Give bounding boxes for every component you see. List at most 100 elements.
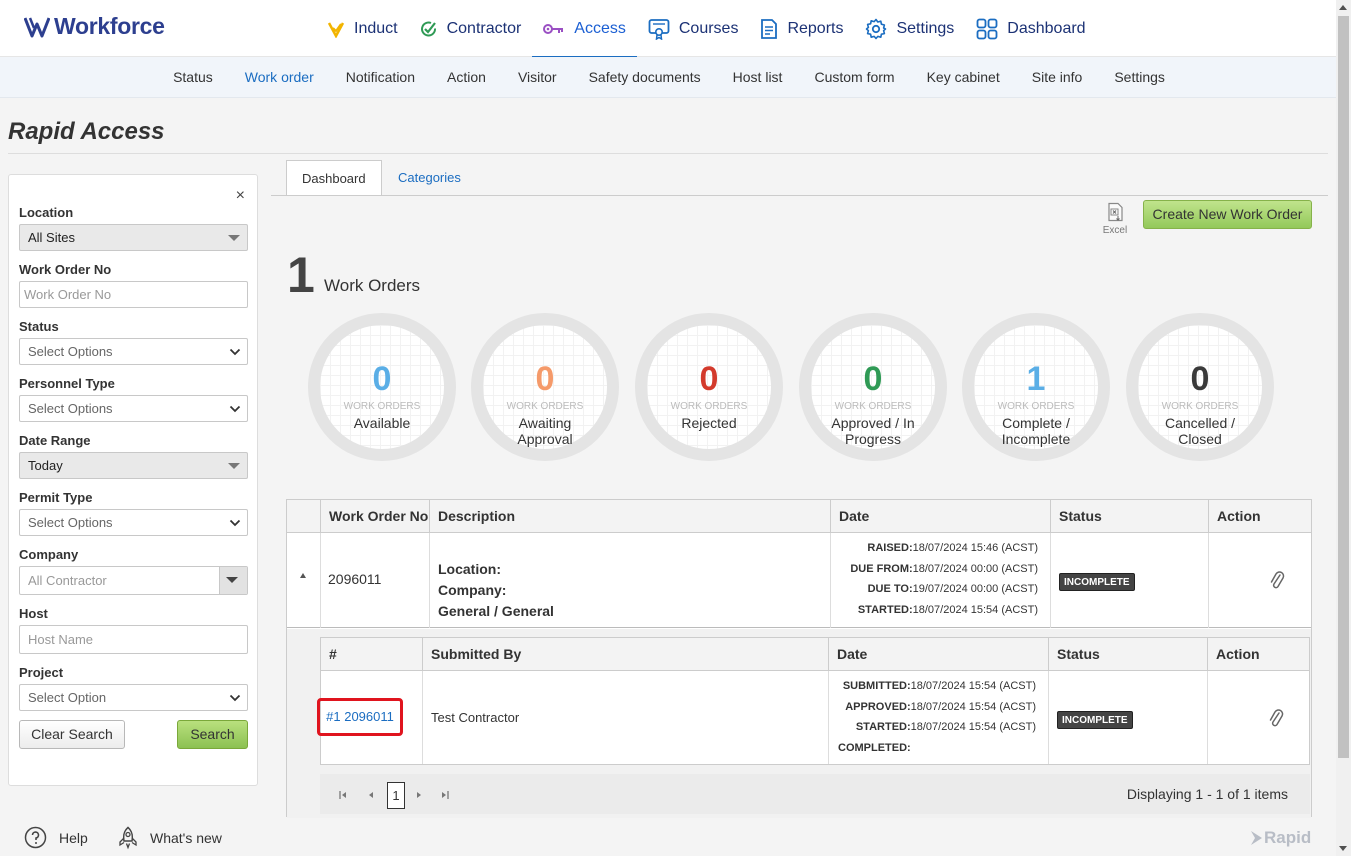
menu-item-contractor[interactable]: Contractor	[409, 0, 533, 57]
project-label: Project	[19, 665, 64, 680]
location-select[interactable]: All Sites	[19, 224, 248, 251]
date-due-to: DUE TO:19/07/2024 00:00 (ACST)	[867, 583, 1038, 595]
subnav-settings[interactable]: Settings	[1098, 57, 1181, 98]
host-name-input[interactable]	[28, 626, 247, 653]
stat-approved-in-progress[interactable]: 0 Work Orders Approved / In Progress	[799, 313, 947, 461]
sub-navbar: Status Work order Notification Action Vi…	[0, 57, 1336, 98]
close-filter-button[interactable]: ×	[236, 187, 245, 205]
status-select[interactable]: Select Options	[19, 338, 248, 365]
title-divider	[8, 153, 1328, 154]
clear-search-button[interactable]: Clear Search	[19, 720, 125, 749]
certificate-icon	[648, 18, 670, 40]
submission-action-cell	[1207, 671, 1309, 764]
chevron-down-icon	[229, 519, 241, 527]
subnav-visitor[interactable]: Visitor	[502, 57, 573, 98]
gear-icon	[866, 18, 887, 39]
subnav-safety-documents[interactable]: Safety documents	[573, 57, 717, 98]
workforce-logo[interactable]: Workforce	[24, 13, 165, 40]
submission-status-cell: INCOMPLETE	[1048, 671, 1207, 764]
menu-item-label: Settings	[896, 19, 955, 37]
menu-item-access[interactable]: Access	[532, 0, 637, 58]
pagination-bar: 1 Displaying 1 - 1 of 1 items	[320, 774, 1310, 814]
subnav-key-cabinet[interactable]: Key cabinet	[911, 57, 1016, 98]
date-range-label: Date Range	[19, 433, 91, 448]
stat-value: 0	[535, 360, 555, 398]
subnav-status[interactable]: Status	[157, 57, 229, 98]
header-date[interactable]: Date	[828, 638, 1048, 671]
menu-item-dashboard[interactable]: Dashboard	[965, 0, 1096, 57]
page-number-button[interactable]: 1	[387, 782, 405, 809]
scrollbar-thumb[interactable]	[1338, 16, 1349, 758]
stat-rejected[interactable]: 0 Work Orders Rejected	[635, 313, 783, 461]
date-approved: APPROVED:18/07/2024 15:54 (ACST)	[845, 700, 1036, 713]
work-order-no-input[interactable]	[24, 283, 247, 306]
header-submitted-by[interactable]: Submitted By	[422, 638, 828, 671]
subnav-host-list[interactable]: Host list	[717, 57, 799, 98]
next-page-icon[interactable]	[414, 790, 424, 800]
subnav-custom-form[interactable]: Custom form	[798, 57, 910, 98]
header-status[interactable]: Status	[1048, 638, 1207, 671]
previous-page-icon[interactable]	[366, 790, 376, 800]
status-cell: INCOMPLETE	[1050, 533, 1208, 628]
menu-item-courses[interactable]: Courses	[637, 0, 750, 57]
company-combobox[interactable]: All Contractor	[19, 566, 248, 595]
page-title: Rapid Access	[8, 118, 165, 145]
subnav-site-info[interactable]: Site info	[1016, 57, 1099, 98]
last-page-icon[interactable]	[440, 790, 450, 800]
paperclip-icon[interactable]	[1268, 707, 1284, 729]
header-description[interactable]: Description	[429, 500, 830, 533]
chevron-down-icon	[229, 694, 241, 702]
tab-divider	[271, 195, 1328, 196]
collapse-row-icon[interactable]	[300, 573, 306, 578]
menu-item-induct[interactable]: Induct	[316, 0, 409, 57]
date-range-select[interactable]: Today	[19, 452, 248, 479]
personnel-type-select[interactable]: Select Options	[19, 395, 248, 422]
project-select[interactable]: Select Option	[19, 684, 248, 711]
menu-item-reports[interactable]: Reports	[749, 0, 854, 57]
submitted-by-name: Test Contractor	[431, 710, 520, 725]
header-work-order-no[interactable]: Work Order No	[320, 500, 429, 533]
subnav-work-order[interactable]: Work order	[229, 57, 330, 98]
header-number[interactable]: #	[321, 638, 422, 671]
stat-value: 0	[863, 360, 883, 398]
search-button[interactable]: Search	[177, 720, 248, 749]
vertical-scrollbar[interactable]	[1336, 0, 1351, 856]
scroll-up-icon[interactable]	[1339, 5, 1347, 10]
date-due-from: DUE FROM:18/07/2024 00:00 (ACST)	[850, 562, 1038, 575]
header-action: Action	[1207, 638, 1309, 671]
company-dropdown-button[interactable]	[219, 567, 247, 594]
create-new-work-order-button[interactable]: Create New Work Order	[1143, 200, 1312, 229]
location-value: All Sites	[28, 230, 75, 245]
whats-new-button[interactable]: What's new	[118, 826, 222, 850]
subnav-notification[interactable]: Notification	[330, 57, 431, 98]
menu-item-label: Reports	[787, 19, 844, 37]
induct-check-icon	[327, 21, 345, 38]
subnav-action[interactable]: Action	[431, 57, 502, 98]
paperclip-icon[interactable]	[1269, 569, 1285, 591]
header-date[interactable]: Date	[830, 500, 1050, 533]
whats-new-label: What's new	[150, 830, 222, 846]
stat-cancelled-closed[interactable]: 0 Work Orders Cancelled / Closed	[1126, 313, 1274, 461]
stat-available[interactable]: 0 Work Orders Available	[308, 313, 456, 461]
submission-table-header: # Submitted By Date Status Action	[321, 638, 1309, 671]
stat-label: Complete / Incomplete	[1001, 415, 1071, 447]
header-status[interactable]: Status	[1050, 500, 1208, 533]
first-page-icon[interactable]	[338, 790, 348, 800]
menu-item-settings[interactable]: Settings	[854, 0, 965, 57]
work-order-count: 1	[287, 247, 315, 303]
scroll-down-icon[interactable]	[1339, 846, 1347, 851]
stat-awaiting-approval[interactable]: 0 Work Orders Awaiting Approval	[471, 313, 619, 461]
tab-categories[interactable]: Categories	[383, 160, 476, 196]
stat-label: Rejected	[681, 415, 737, 431]
tab-dashboard[interactable]: Dashboard	[286, 160, 382, 196]
stat-value: 0	[1190, 360, 1210, 398]
permit-type-select[interactable]: Select Options	[19, 509, 248, 536]
excel-export-button[interactable]: Excel	[1098, 202, 1132, 236]
menu-item-label: Courses	[678, 19, 739, 37]
help-button[interactable]: Help	[24, 826, 88, 849]
submission-link[interactable]: #1 2096011	[317, 698, 403, 736]
date-completed: COMPLETED:	[838, 741, 911, 754]
stat-complete-incomplete[interactable]: 1 Work Orders Complete / Incomplete	[962, 313, 1110, 461]
submitted-by-cell: Test Contractor	[422, 671, 828, 764]
stat-sub: Work Orders	[343, 401, 421, 412]
